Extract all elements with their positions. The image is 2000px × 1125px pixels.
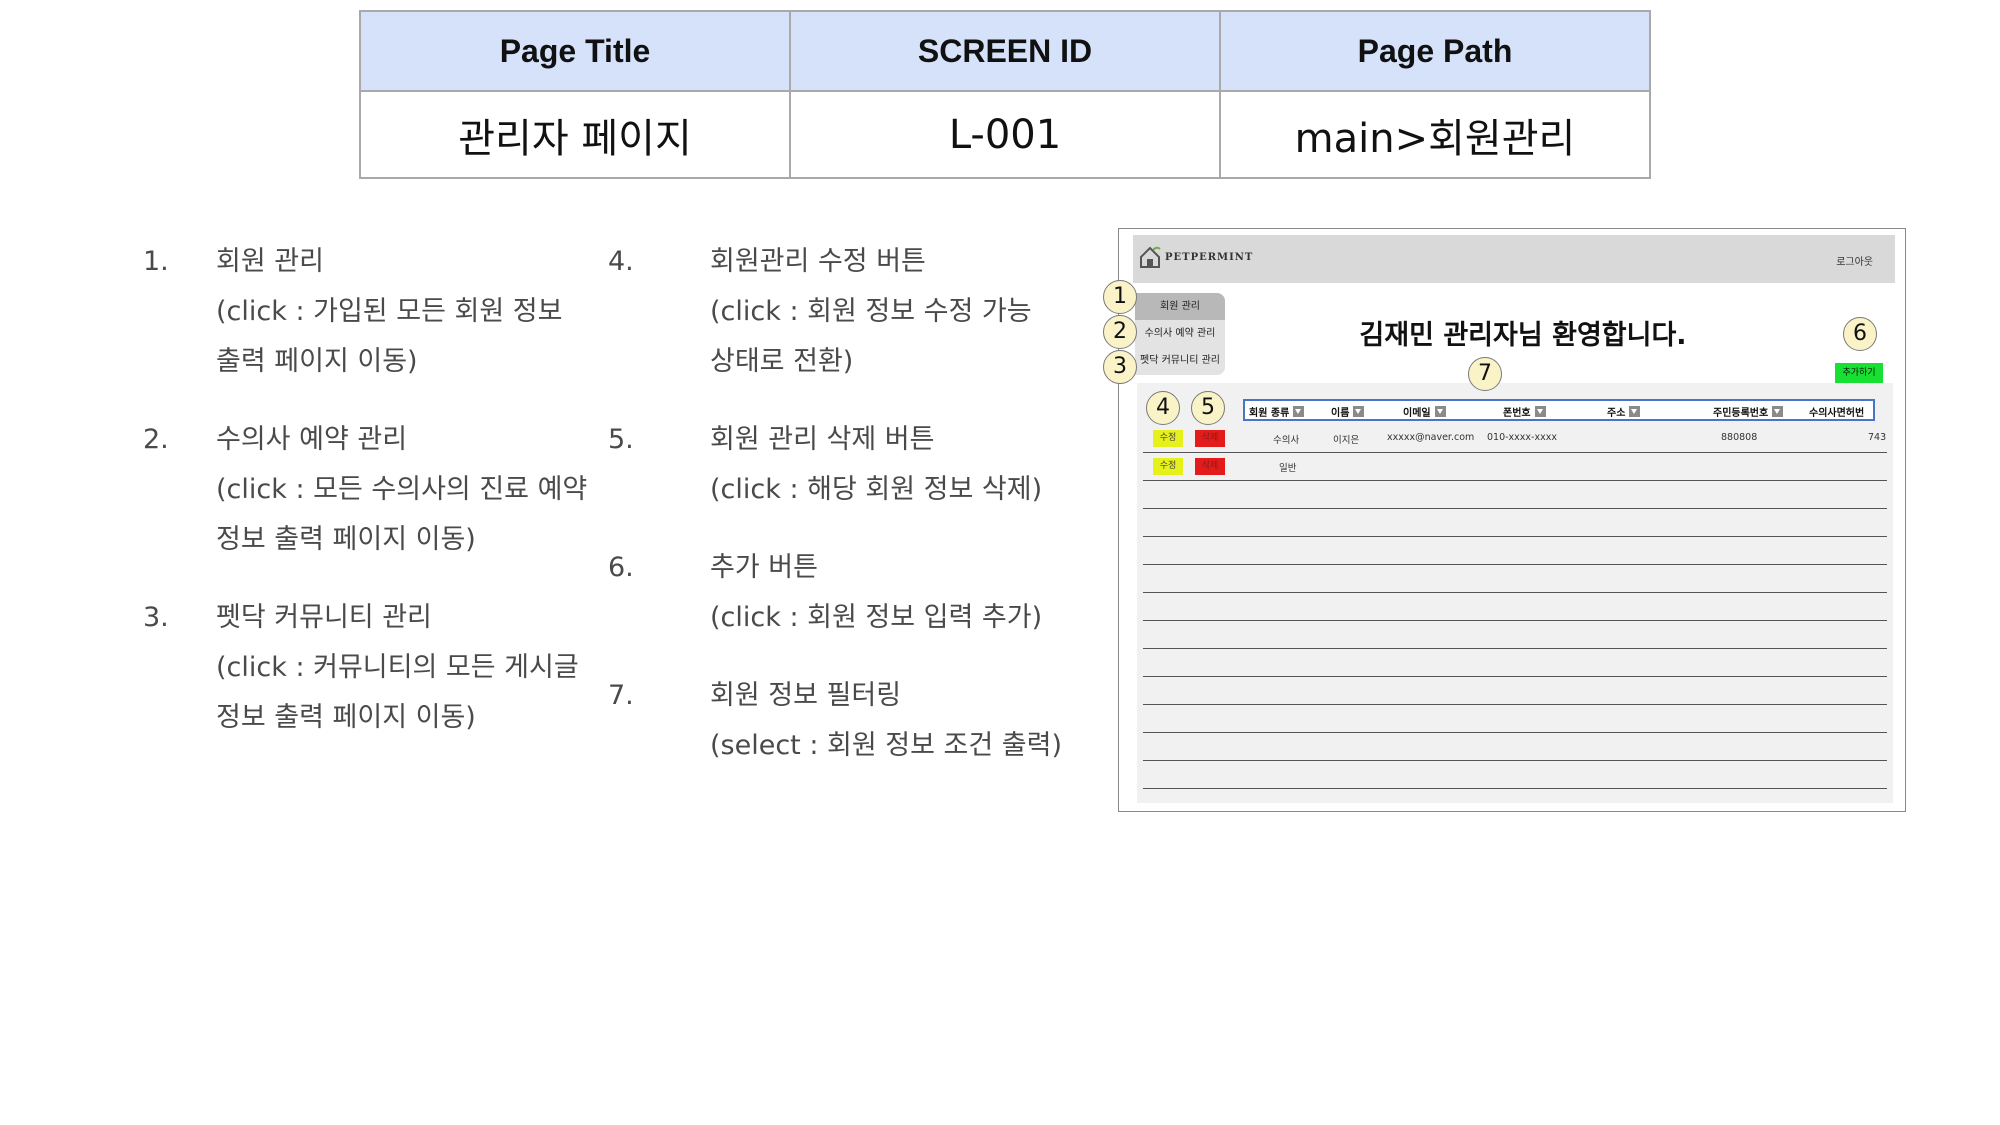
dropdown-icon [1293, 406, 1305, 417]
dropdown-icon [1772, 406, 1784, 417]
empty-row [1143, 593, 1887, 621]
empty-row [1143, 761, 1887, 789]
cell-email: xxxxx@naver.com [1387, 432, 1475, 443]
annotation-badge-6: 6 [1843, 317, 1877, 351]
description-number: 1. [143, 246, 169, 277]
description-text: (click : 해당 회원 정보 삭제) [710, 474, 1043, 505]
empty-row [1143, 509, 1887, 537]
header-page-title: Page Title [359, 10, 791, 92]
description-text: 출력 페이지 이동) [216, 346, 418, 377]
annotation-badge-2: 2 [1103, 315, 1137, 349]
screen-info-header-row: Page Title SCREEN ID Page Path [359, 10, 1651, 92]
description-text: (click : 커뮤니티의 모든 게시글 [216, 652, 579, 683]
description-item-2: 2. 수의사 예약 관리 (click : 모든 수의사의 진료 예약 정보 출… [143, 415, 587, 565]
description-title: 회원 관리 삭제 버튼 [710, 424, 935, 455]
cell-member-type: 수의사 [1273, 435, 1300, 446]
description-title: 펫닥 커뮤니티 관리 [216, 602, 432, 633]
annotation-badge-1: 1 [1103, 280, 1137, 314]
filter-member-type[interactable]: 회원 종류 [1249, 404, 1305, 419]
house-logo-icon [1140, 246, 1161, 268]
filter-name[interactable]: 이름 [1331, 404, 1365, 419]
description-number: 4. [608, 246, 634, 277]
description-list-left: 1. 회원 관리 (click : 가입된 모든 회원 정보 출력 페이지 이동… [143, 237, 587, 771]
filter-email[interactable]: 이메일 [1403, 404, 1446, 419]
table-row: 수정 삭제 일반 [1143, 453, 1887, 481]
description-number: 2. [143, 424, 169, 455]
delete-button[interactable]: 삭제 [1195, 458, 1225, 475]
filter-vet-license[interactable]: 수의사면허번 [1809, 404, 1864, 419]
value-page-title: 관리자 페이지 [359, 90, 791, 179]
header-page-path: Page Path [1219, 10, 1651, 92]
dropdown-icon [1353, 406, 1365, 417]
empty-row [1143, 481, 1887, 509]
description-title: 회원관리 수정 버튼 [710, 246, 926, 277]
description-text: 정보 출력 페이지 이동) [216, 702, 476, 733]
description-text: (click : 회원 정보 수정 가능 [710, 296, 1032, 327]
description-text: (select : 회원 정보 조건 출력) [710, 730, 1063, 761]
empty-row [1143, 565, 1887, 593]
filter-rrn[interactable]: 주민등록번호 [1713, 404, 1784, 419]
cell-phone: 010-xxxx-xxxx [1487, 432, 1557, 443]
description-item-4: 4. 회원관리 수정 버튼 (click : 회원 정보 수정 가능 상태로 전… [608, 237, 1062, 387]
description-number: 7. [608, 680, 634, 711]
dropdown-icon [1534, 406, 1546, 417]
annotation-badge-3: 3 [1103, 350, 1137, 384]
table-row: 수정 삭제 수의사 이지은 xxxxx@naver.com 010-xxxx-x… [1143, 425, 1887, 453]
description-title: 추가 버튼 [710, 552, 818, 583]
filter-phone[interactable]: 폰번호 [1503, 404, 1546, 419]
description-item-6: 6. 추가 버튼 (click : 회원 정보 입력 추가) [608, 543, 1062, 643]
dropdown-icon [1629, 406, 1641, 417]
filter-address[interactable]: 주소 [1607, 404, 1641, 419]
description-title: 회원 관리 [216, 246, 324, 277]
description-list-right: 4. 회원관리 수정 버튼 (click : 회원 정보 수정 가능 상태로 전… [608, 237, 1062, 799]
welcome-message: 김재민 관리자님 환영합니다. [1359, 320, 1687, 351]
description-item-1: 1. 회원 관리 (click : 가입된 모든 회원 정보 출력 페이지 이동… [143, 237, 587, 387]
mockup-brand: PETPERMINT [1165, 251, 1254, 263]
add-button[interactable]: 추가하기 [1835, 363, 1883, 383]
description-number: 3. [143, 602, 169, 633]
annotation-badge-4: 4 [1146, 391, 1180, 425]
empty-row [1143, 649, 1887, 677]
value-page-path: main>회원관리 [1219, 90, 1651, 179]
cell-name: 이지은 [1333, 435, 1360, 446]
description-text: (click : 회원 정보 입력 추가) [710, 602, 1043, 633]
mockup-top-bar: PETPERMINT 로그아웃 [1133, 235, 1895, 283]
cell-rrn: 880808 [1721, 432, 1758, 443]
empty-row [1143, 677, 1887, 705]
description-title: 수의사 예약 관리 [216, 424, 408, 455]
value-screen-id: L-001 [789, 90, 1221, 179]
description-text: 정보 출력 페이지 이동) [216, 524, 476, 555]
description-title: 회원 정보 필터링 [710, 680, 902, 711]
filter-header-bar: 회원 종류 이름 이메일 폰번호 주소 주민등록번호 수의사면허번 [1243, 399, 1875, 421]
description-number: 5. [608, 424, 634, 455]
empty-row [1143, 733, 1887, 761]
description-text: (click : 가입된 모든 회원 정보 [216, 296, 563, 327]
description-item-7: 7. 회원 정보 필터링 (select : 회원 정보 조건 출력) [608, 671, 1062, 771]
screen-info-table: Page Title SCREEN ID Page Path 관리자 페이지 L… [359, 10, 1651, 179]
mockup-logo[interactable]: PETPERMINT [1139, 245, 1253, 269]
annotation-badge-7: 7 [1468, 357, 1502, 391]
edit-button[interactable]: 수정 [1153, 458, 1183, 475]
empty-row [1143, 621, 1887, 649]
admin-page-mockup: PETPERMINT 로그아웃 회원 관리 수의사 예약 관리 펫닥 커뮤니티 … [1118, 228, 1906, 812]
cell-vet-license: 743 [1868, 432, 1887, 443]
description-text: (click : 모든 수의사의 진료 예약 [216, 474, 588, 505]
description-number: 6. [608, 552, 634, 583]
screen-info-value-row: 관리자 페이지 L-001 main>회원관리 [359, 90, 1651, 179]
annotation-badge-5: 5 [1191, 391, 1225, 425]
delete-button[interactable]: 삭제 [1195, 430, 1225, 447]
cell-member-type: 일반 [1279, 463, 1297, 474]
description-item-5: 5. 회원 관리 삭제 버튼 (click : 해당 회원 정보 삭제) [608, 415, 1062, 515]
description-text: 상태로 전환) [710, 346, 854, 377]
edit-button[interactable]: 수정 [1153, 430, 1183, 447]
logout-link[interactable]: 로그아웃 [1836, 253, 1873, 268]
header-screen-id: SCREEN ID [789, 10, 1221, 92]
description-item-3: 3. 펫닥 커뮤니티 관리 (click : 커뮤니티의 모든 게시글 정보 출… [143, 593, 587, 743]
empty-row [1143, 537, 1887, 565]
dropdown-icon [1434, 406, 1446, 417]
empty-row [1143, 705, 1887, 733]
